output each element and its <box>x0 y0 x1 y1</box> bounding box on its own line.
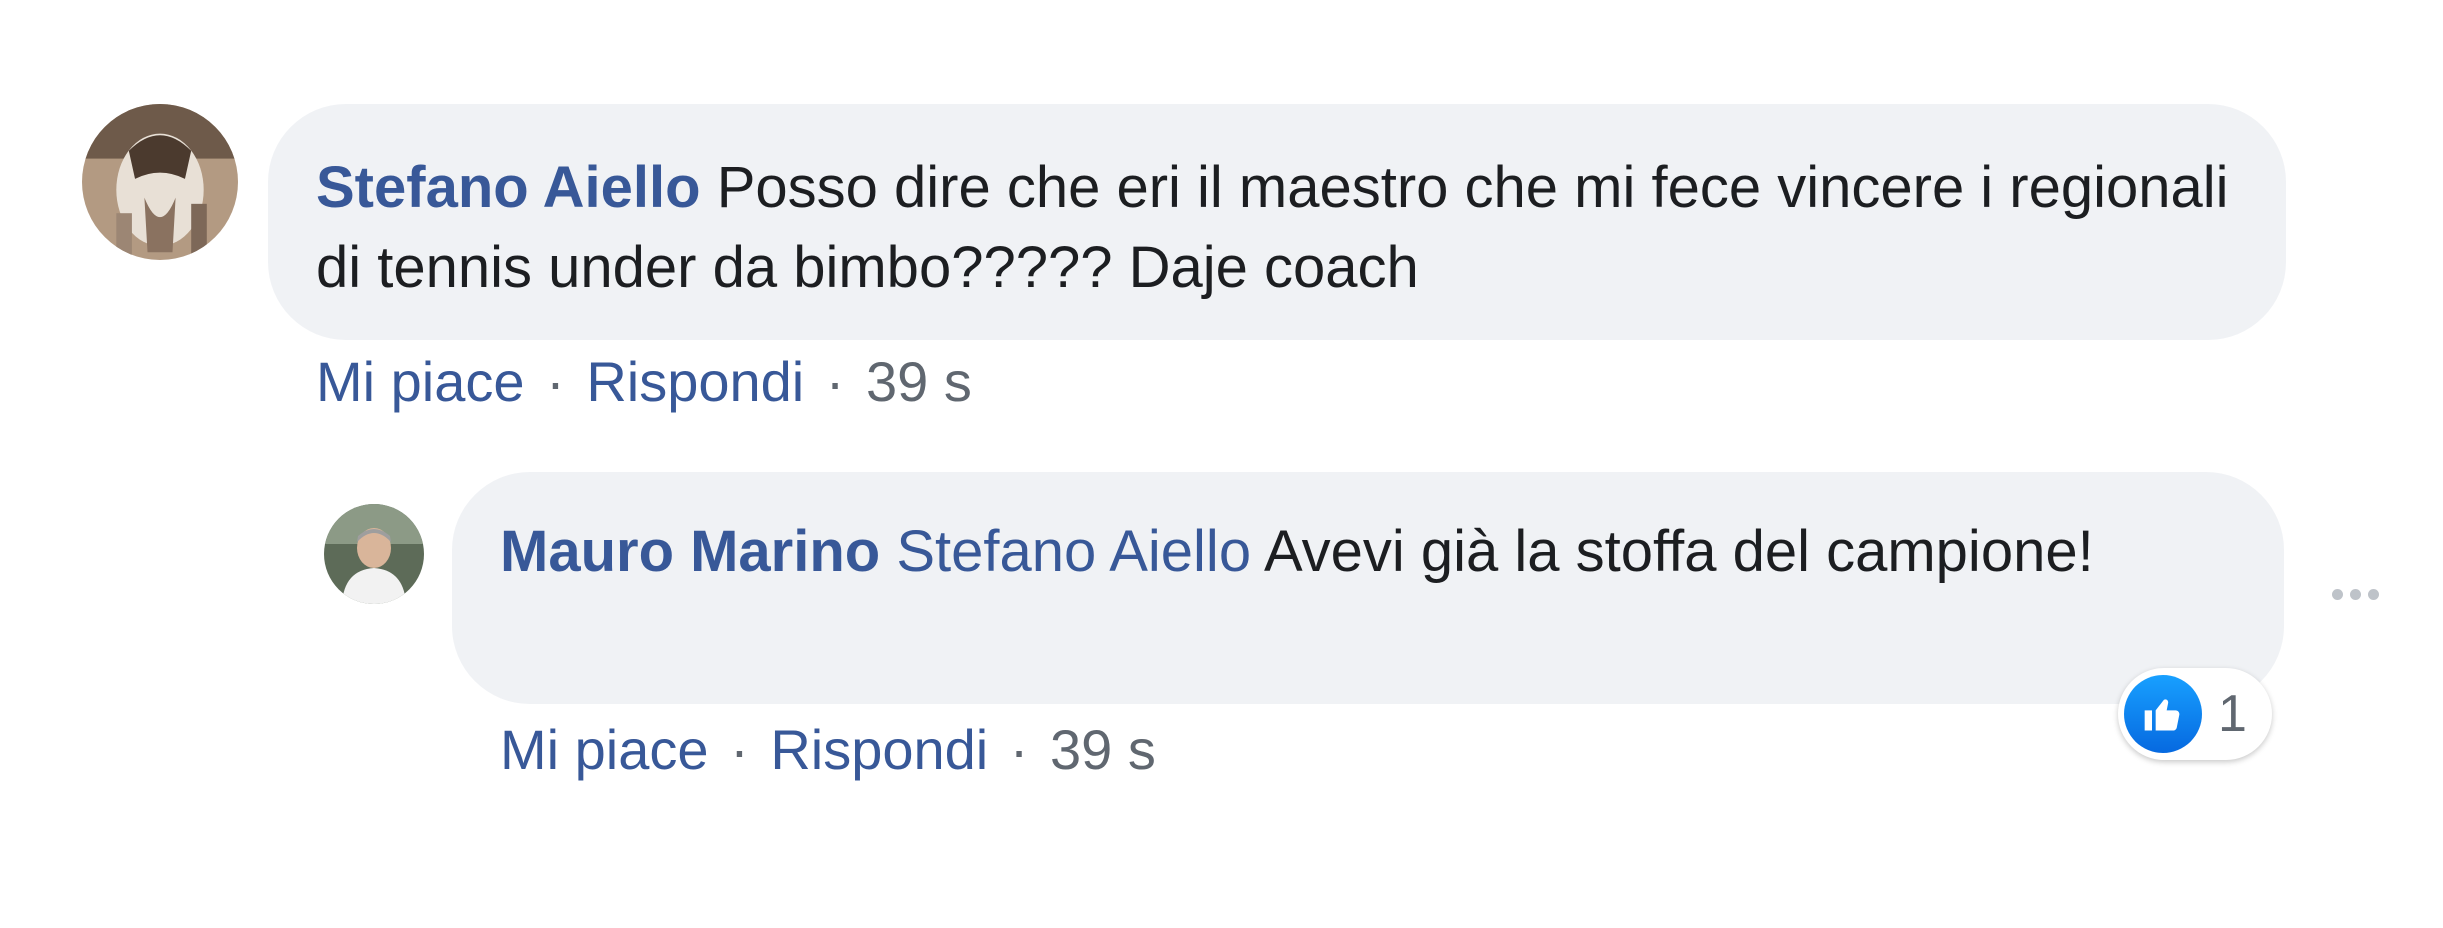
reply-actions: Mi piace · Rispondi · 39 s <box>500 718 1156 782</box>
comment-bubble: Stefano Aiello Posso dire che eri il mae… <box>268 104 2286 340</box>
like-link[interactable]: Mi piace <box>500 718 709 781</box>
avatar[interactable] <box>82 104 238 260</box>
comment-actions: Mi piace · Rispondi · 39 s <box>316 350 972 414</box>
comment-author[interactable]: Stefano Aiello <box>316 155 701 220</box>
reply-mention[interactable]: Stefano Aiello <box>896 519 1251 584</box>
avatar-image <box>82 104 238 260</box>
separator: · <box>546 350 565 413</box>
reaction-count: 1 <box>2218 685 2247 743</box>
reply-bubble: Mauro Marino Stefano Aiello Avevi già la… <box>452 472 2284 704</box>
separator: · <box>730 718 749 781</box>
reaction-summary[interactable]: 1 <box>2118 668 2272 760</box>
comment-thread: Stefano Aiello Posso dire che eri il mae… <box>0 0 2443 928</box>
reply-link[interactable]: Rispondi <box>586 350 804 413</box>
reply-link[interactable]: Rispondi <box>770 718 988 781</box>
reply-avatar-image <box>324 504 424 604</box>
separator: · <box>825 350 845 413</box>
more-options-icon[interactable] <box>2332 589 2379 600</box>
timestamp[interactable]: 39 s <box>866 350 972 413</box>
thumbs-up-icon <box>2124 675 2202 753</box>
timestamp[interactable]: 39 s <box>1050 718 1156 781</box>
reply-text: Avevi già la stoffa del campione! <box>1264 519 2094 584</box>
reply-author[interactable]: Mauro Marino <box>500 519 880 584</box>
reply-avatar[interactable] <box>324 504 424 604</box>
like-link[interactable]: Mi piace <box>316 350 525 413</box>
separator: · <box>1009 718 1029 781</box>
